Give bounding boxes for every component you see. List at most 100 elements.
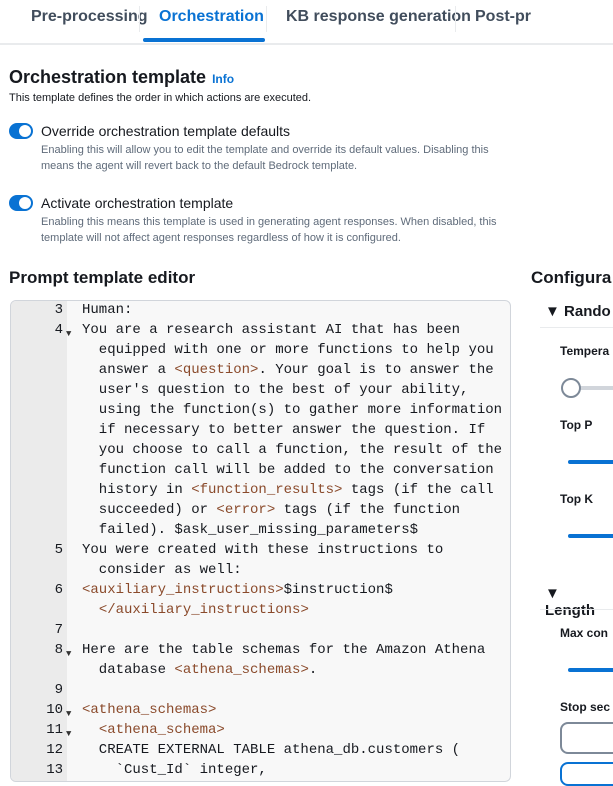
code-text: tags (if the function	[275, 502, 461, 518]
top-p-label: Top P	[560, 418, 593, 432]
desc-line: Enabling this means this template is use…	[41, 216, 497, 228]
line-number: 13	[46, 762, 63, 778]
fold-arrow-icon[interactable]: ▼	[66, 644, 71, 664]
fold-arrow-icon[interactable]: ▼	[66, 324, 71, 344]
fold-arrow-icon[interactable]: ▼	[66, 704, 71, 724]
configurations-title: Configura	[531, 268, 612, 287]
section-label: Length	[545, 602, 595, 619]
info-link[interactable]: Info	[212, 72, 234, 86]
section-title: Orchestration template Info	[9, 67, 234, 88]
add-stop-sequence-button[interactable]	[560, 762, 613, 786]
temperature-slider-handle[interactable]	[561, 378, 581, 398]
top-k-slider[interactable]	[568, 534, 613, 538]
temperature-label: Tempera	[560, 344, 610, 358]
code-line: using the function(s) to gather more inf…	[82, 400, 502, 420]
code-text: Human:	[82, 302, 133, 318]
code-line: consider as well:	[82, 560, 242, 580]
code-line: function call will be added to the conve…	[82, 460, 494, 480]
code-line: if necessary to better answer the questi…	[82, 420, 485, 440]
tab-kb-response-generation[interactable]: KB response generation	[286, 8, 471, 26]
fold-arrow-icon[interactable]: ▼	[66, 724, 71, 744]
code-text: function call will be added to the conve…	[82, 462, 494, 478]
code-text: failed). $ask_user_missing_parameters$	[82, 522, 419, 538]
toggle-description: Enabling this will allow you to edit the…	[41, 142, 571, 174]
xml-tag: <athena_schemas>	[174, 662, 309, 678]
code-line: history in <function_results> tags (if t…	[82, 480, 494, 500]
code-line: equipped with one or more functions to h…	[82, 340, 494, 360]
divider	[540, 609, 613, 610]
xml-tag: <question>	[174, 362, 259, 378]
code-text: if necessary to better answer the questi…	[82, 422, 486, 438]
code-text: consider as well:	[82, 562, 242, 578]
desc-line: template will not affect agent responses…	[41, 232, 401, 244]
code-text: equipped with one or more functions to h…	[82, 342, 494, 358]
code-line: database <athena_schemas>.	[82, 660, 317, 680]
code-line: failed). $ask_user_missing_parameters$	[82, 520, 418, 540]
temperature-track	[578, 386, 613, 390]
code-line: `Cust_Id` integer,	[82, 760, 267, 780]
code-text: You were created with these instructions…	[82, 542, 444, 558]
code-line: <athena_schemas>	[82, 700, 216, 720]
stop-sequences-label: Stop sec	[560, 700, 611, 714]
tab-pre-processing[interactable]: Pre-processing	[31, 8, 147, 26]
xml-tag: <athena_schema>	[98, 722, 225, 738]
code-text: `Cust_Id` integer,	[82, 762, 267, 778]
code-text: Here are the table schemas for the Amazo…	[82, 642, 486, 658]
code-line: user's question to the best of your abil…	[82, 380, 469, 400]
code-text: user's question to the best of your abil…	[82, 382, 469, 398]
line-number: 6	[54, 582, 63, 598]
line-number: 7	[54, 622, 63, 638]
randomness-section-toggle[interactable]: ▼ Rando	[545, 303, 611, 320]
code-text: you choose to call a function, the resul…	[82, 442, 503, 458]
stop-sequence-input[interactable]	[560, 722, 613, 754]
section-label: Rando	[564, 303, 611, 320]
line-number: 5	[54, 542, 63, 558]
xml-tag: <error>	[216, 502, 276, 518]
code-text: succeeded) or	[82, 502, 217, 518]
code-line: Human:	[82, 301, 133, 320]
line-number: 9	[54, 682, 63, 698]
tab-bar: Pre-processing Orchestration KB response…	[0, 0, 613, 45]
code-line: CREATE EXTERNAL TABLE athena_db.customer…	[82, 740, 460, 760]
line-number: 12	[46, 742, 63, 758]
toggle-description: Enabling this means this template is use…	[41, 214, 571, 246]
code-line: answer a <question>. Your goal is to ans…	[82, 360, 494, 380]
code-line: </auxiliary_instructions>	[82, 600, 309, 620]
max-completion-slider[interactable]	[568, 668, 613, 672]
line-number: 3	[54, 302, 63, 318]
top-p-slider[interactable]	[568, 460, 613, 464]
toggle-label: Override orchestration template defaults	[41, 123, 291, 139]
tab-post-processing[interactable]: Post-pr	[475, 8, 531, 26]
override-defaults-toggle[interactable]	[9, 123, 33, 139]
code-text: tags (if the call	[342, 482, 494, 498]
code-line: <athena_schema>	[82, 720, 225, 740]
title-text: Orchestration template	[9, 67, 207, 87]
max-completion-label: Max con	[560, 626, 609, 640]
top-k-label: Top K	[560, 492, 594, 506]
code-text: answer a	[82, 362, 175, 378]
length-section-toggle[interactable]: ▼ Length	[545, 585, 613, 619]
code-text: CREATE EXTERNAL TABLE athena_db.customer…	[82, 742, 461, 758]
desc-line: means the agent will revert back to the …	[41, 160, 358, 172]
code-line: Here are the table schemas for the Amazo…	[82, 640, 485, 660]
xml-tag: </auxiliary_instructions>	[98, 602, 309, 618]
line-number: 4	[54, 322, 63, 338]
activate-template-toggle[interactable]	[9, 195, 33, 211]
code-text: history in	[82, 482, 192, 498]
tab-divider	[139, 6, 140, 32]
toggle-label: Activate orchestration template	[41, 195, 234, 211]
xml-tag: <function_results>	[191, 482, 343, 498]
line-number: 11	[46, 722, 63, 738]
xml-tag: <athena_schemas>	[82, 702, 217, 718]
prompt-template-editor[interactable]: 3 Human: 4 ▼ You are a research assistant AI…	[10, 300, 511, 782]
code-line: you choose to call a function, the resul…	[82, 440, 502, 460]
tab-orchestration[interactable]: Orchestration	[159, 8, 264, 26]
desc-line: Enabling this will allow you to edit the…	[41, 144, 489, 156]
divider	[540, 327, 613, 328]
code-line: <auxiliary_instructions>$instruction$	[82, 580, 393, 600]
code-text: .	[308, 662, 318, 678]
code-text: database	[82, 662, 175, 678]
code-text: $instruction$	[283, 582, 393, 598]
